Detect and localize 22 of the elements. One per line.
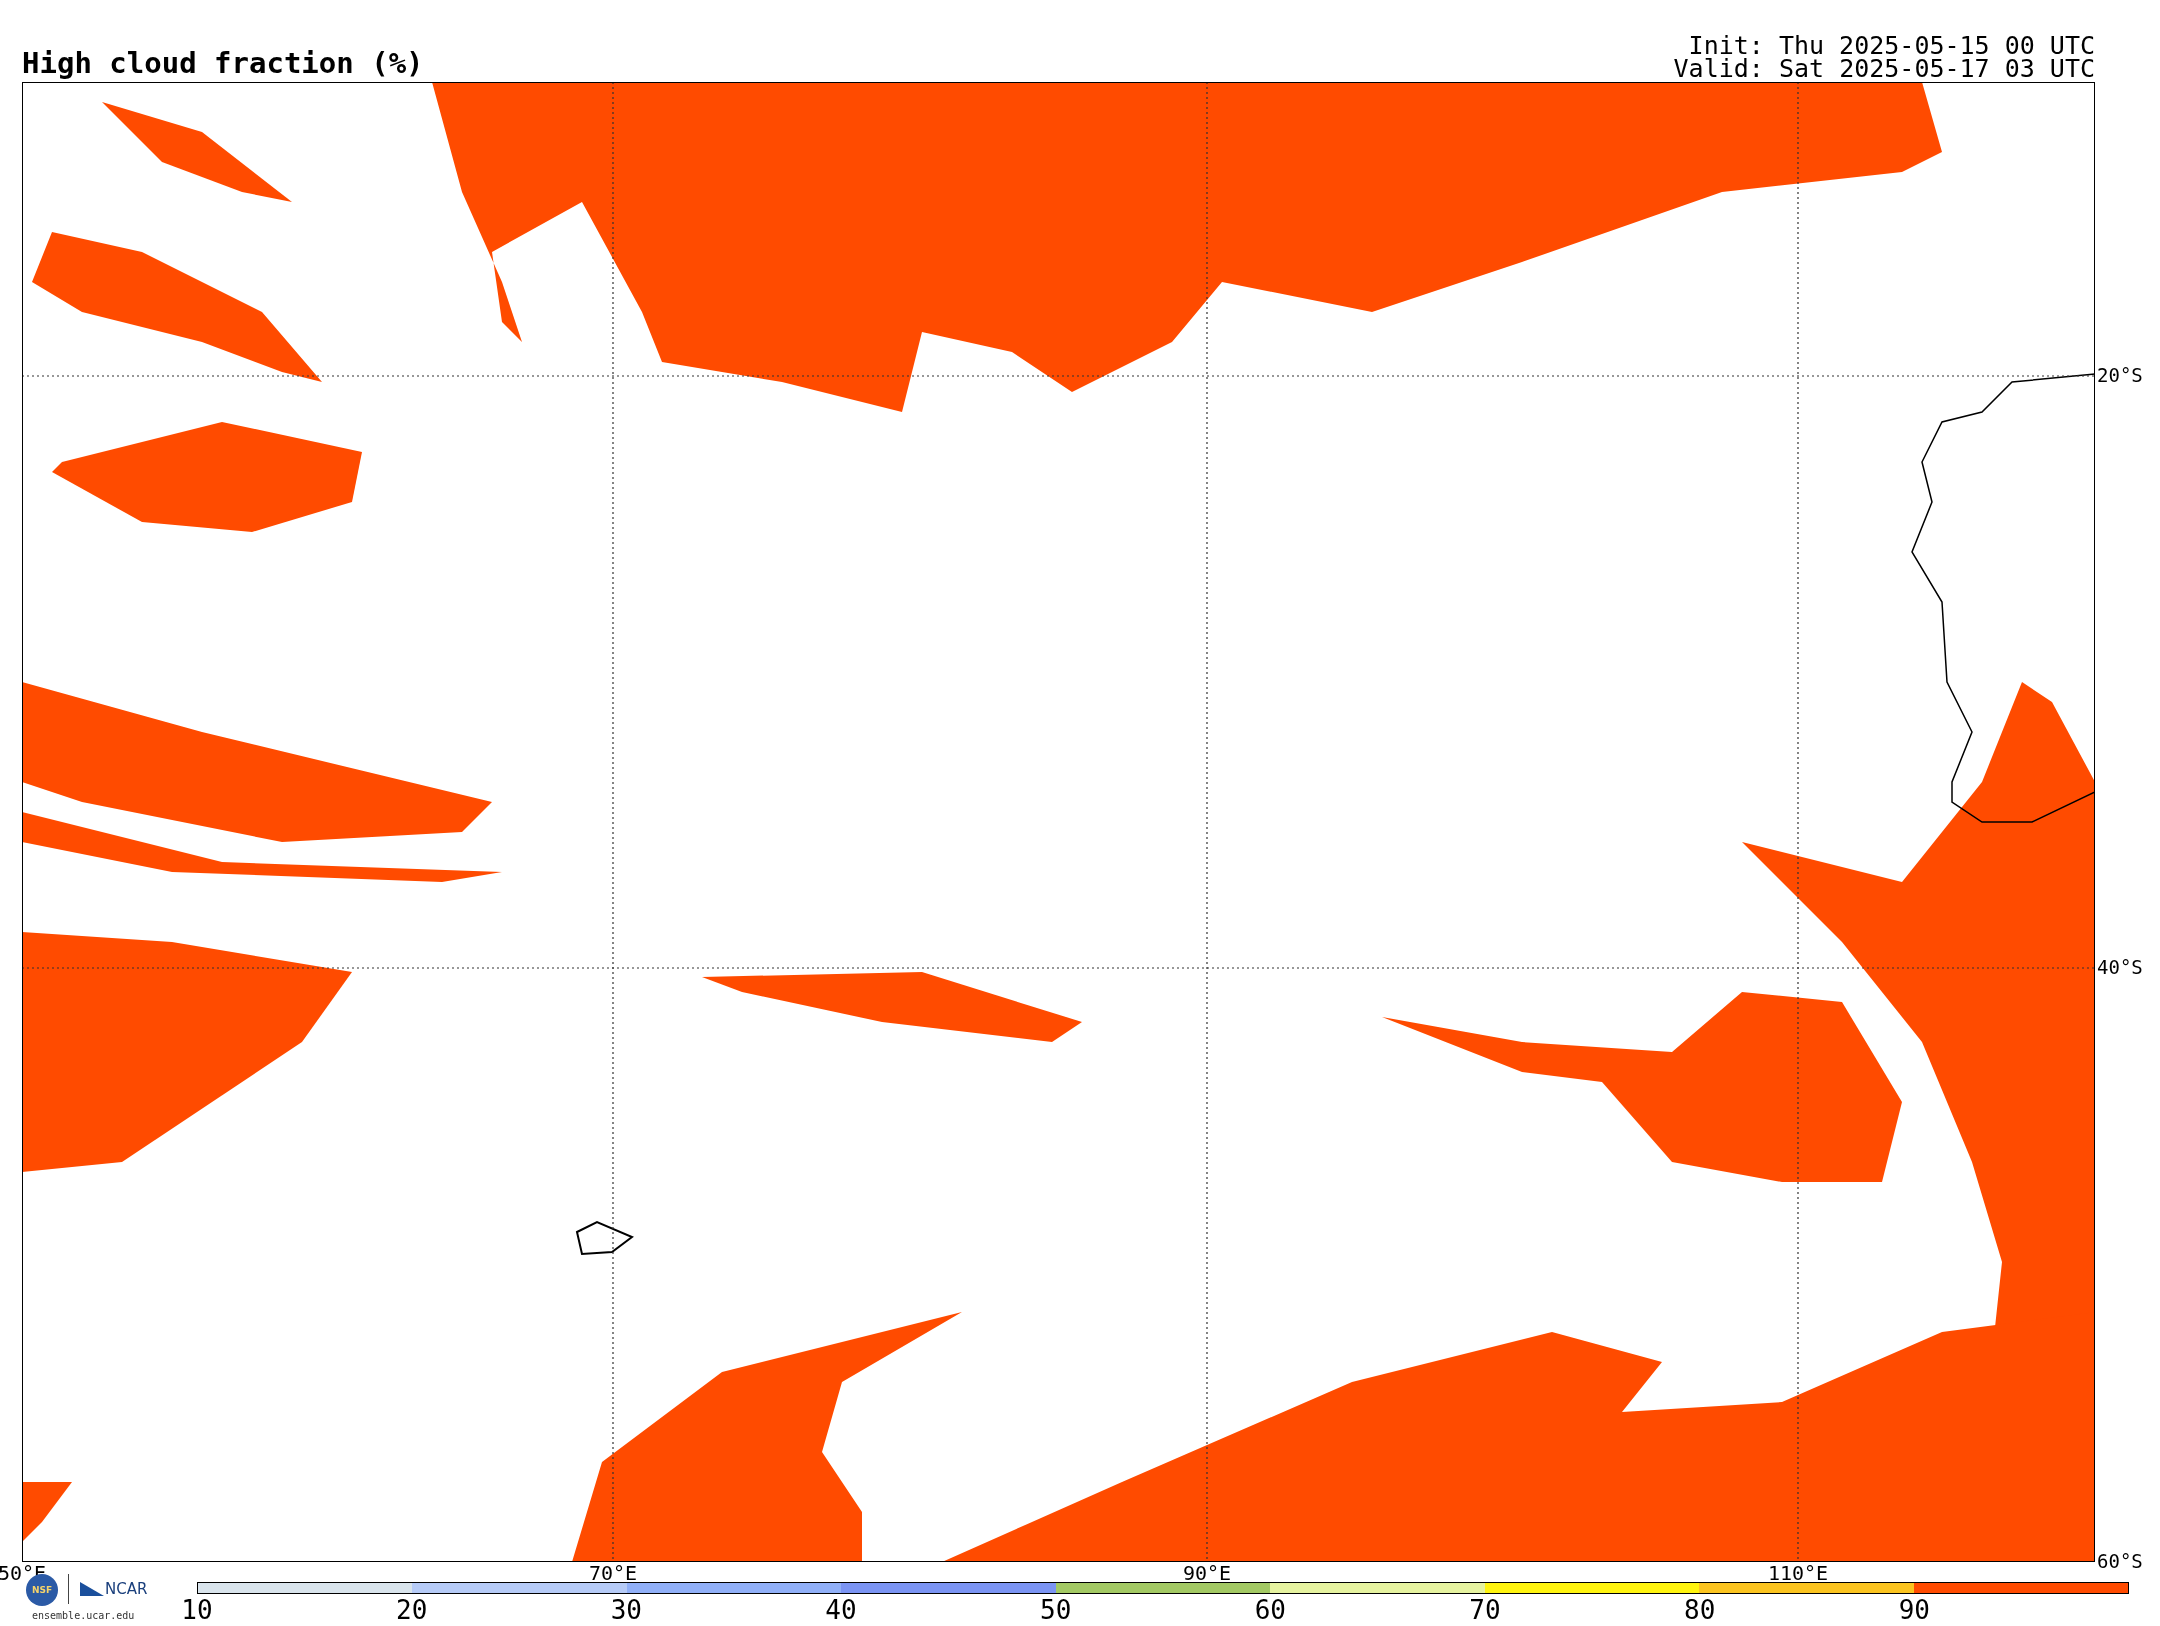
colorbar-tick-label: 40 bbox=[825, 1596, 857, 1624]
colorbar-tick-label: 10 bbox=[181, 1596, 213, 1624]
longitude-label: 70°E bbox=[588, 1562, 638, 1584]
colorbar-tick-label: 20 bbox=[396, 1596, 428, 1624]
chart-title: High cloud fraction (%) bbox=[22, 49, 424, 78]
colorbar-tick-label: 30 bbox=[610, 1596, 642, 1624]
valid-time: Valid: Sat 2025-05-17 03 UTC bbox=[1673, 57, 2095, 80]
website-url: ensemble.ucar.edu bbox=[32, 1610, 135, 1621]
colorbar-tick-label: 70 bbox=[1469, 1596, 1501, 1624]
longitude-label: 90°E bbox=[1182, 1562, 1232, 1584]
colorbar-tick-label: 50 bbox=[1040, 1596, 1072, 1624]
latitude-label: 20°S bbox=[2097, 364, 2143, 386]
colorbar-tick-label: 60 bbox=[1254, 1596, 1286, 1624]
ncar-logo: NCAR bbox=[80, 1580, 148, 1598]
latitude-label: 60°S bbox=[2097, 1550, 2143, 1572]
init-time: Init: Thu 2025-05-15 00 UTC bbox=[1688, 34, 2095, 57]
latitude-label: 40°S bbox=[2097, 956, 2143, 978]
nsf-logo: NSF bbox=[26, 1574, 58, 1606]
ncar-icon bbox=[80, 1582, 104, 1596]
longitude-label: 110°E bbox=[1767, 1562, 1829, 1584]
colorbar-tick-label: 80 bbox=[1684, 1596, 1716, 1624]
colorbar-tick-label: 90 bbox=[1898, 1596, 1930, 1624]
